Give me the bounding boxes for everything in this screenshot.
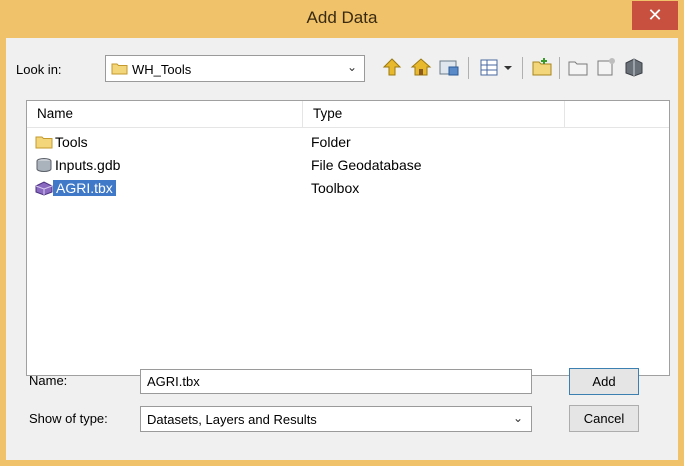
- home-icon: [410, 58, 432, 76]
- view-options-button[interactable]: [478, 55, 518, 79]
- toolbox-icon: [35, 181, 53, 196]
- up-one-level-icon: [382, 58, 402, 76]
- list-item[interactable]: Inputs.gdb File Geodatabase: [27, 154, 669, 177]
- dialog-body: Look in: WH_Tools ⌄ Name Type Tools Fold…: [6, 38, 678, 460]
- home-button[interactable]: [409, 55, 433, 79]
- new-folder-icon: [532, 58, 552, 76]
- add-button[interactable]: Add: [569, 368, 639, 395]
- new-geodatabase-icon: [568, 61, 588, 76]
- add-data-dialog: Add Data ✕ Look in: WH_Tools ⌄ Name Type…: [0, 0, 684, 466]
- view-options-icon: [480, 59, 512, 76]
- new-geodatabase-button[interactable]: [566, 55, 590, 79]
- close-button[interactable]: ✕: [632, 1, 678, 30]
- list-item[interactable]: Tools Folder: [27, 131, 669, 154]
- look-in-dropdown[interactable]: WH_Tools ⌄: [105, 55, 365, 82]
- list-item-selected[interactable]: AGRI.tbx Toolbox: [27, 177, 669, 200]
- column-header-name[interactable]: Name: [27, 101, 303, 127]
- look-in-label: Look in:: [16, 62, 62, 77]
- chevron-down-icon: ⌄: [346, 60, 357, 74]
- chevron-down-icon: ⌄: [512, 411, 523, 425]
- toolbar-separator: [522, 57, 523, 79]
- window-title: Add Data: [306, 8, 378, 27]
- catalog-button[interactable]: [622, 55, 646, 79]
- title-bar[interactable]: Add Data ✕: [0, 0, 684, 38]
- list-header: Name Type: [27, 101, 669, 128]
- file-list[interactable]: Name Type Tools Folder Inputs.gdb File G…: [26, 100, 670, 376]
- connect-folder-button[interactable]: [437, 55, 461, 79]
- show-of-type-value: Datasets, Layers and Results: [147, 412, 317, 427]
- item-type: Folder: [311, 134, 351, 150]
- column-header-blank: [565, 101, 671, 127]
- new-file-icon: [597, 58, 615, 76]
- item-type: File Geodatabase: [311, 157, 422, 173]
- show-of-type-label: Show of type:: [29, 411, 108, 426]
- cancel-button[interactable]: Cancel: [569, 405, 639, 432]
- name-label: Name:: [29, 373, 68, 388]
- name-input[interactable]: AGRI.tbx: [140, 369, 532, 394]
- new-file-button[interactable]: [594, 55, 618, 79]
- new-folder-button[interactable]: [530, 55, 554, 79]
- column-header-type[interactable]: Type: [303, 101, 565, 127]
- item-name: Inputs.gdb: [55, 157, 121, 173]
- catalog-icon: [625, 58, 643, 77]
- connect-folder-icon: [439, 60, 459, 76]
- toolbar-separator: [468, 57, 469, 79]
- folder-icon: [111, 63, 128, 75]
- up-one-level-button[interactable]: [380, 55, 404, 79]
- item-name: Tools: [55, 134, 88, 150]
- item-name: AGRI.tbx: [53, 180, 116, 196]
- toolbar-separator: [559, 57, 560, 79]
- show-of-type-dropdown[interactable]: Datasets, Layers and Results ⌄: [140, 406, 532, 432]
- look-in-value: WH_Tools: [132, 62, 192, 77]
- close-icon: ✕: [647, 5, 663, 25]
- geodatabase-icon: [36, 158, 52, 172]
- folder-icon: [35, 136, 53, 149]
- item-type: Toolbox: [311, 180, 360, 196]
